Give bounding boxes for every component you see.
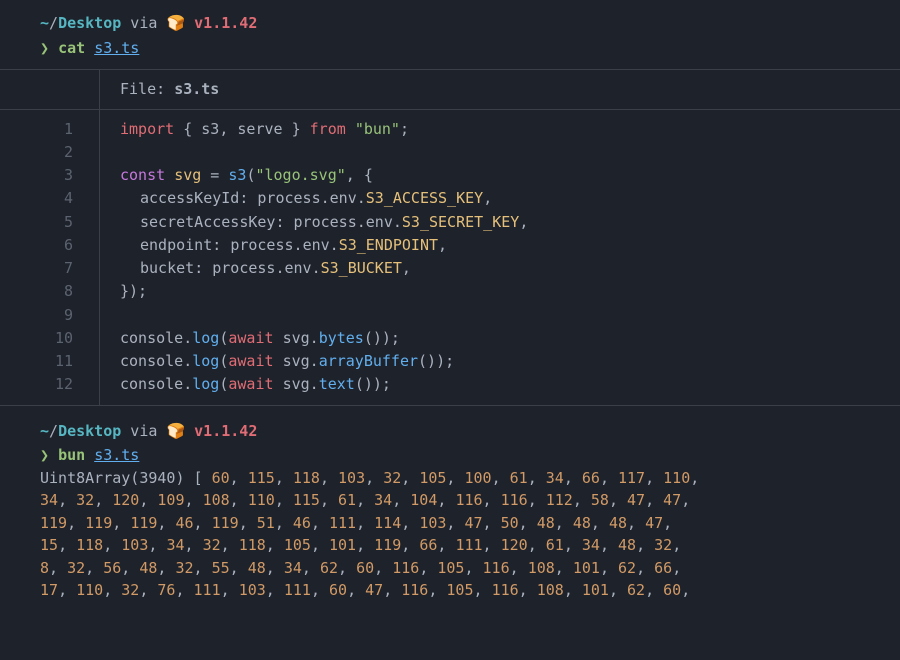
line-number: 6	[0, 234, 73, 257]
output-line: 8, 32, 56, 48, 32, 55, 48, 34, 62, 60, 1…	[40, 557, 900, 580]
code-line: secretAccessKey: process.env.S3_SECRET_K…	[120, 211, 528, 234]
code-line	[120, 304, 528, 327]
code-line: const svg = s3("logo.svg", {	[120, 164, 528, 187]
code-line: console.log(await svg.text());	[120, 373, 528, 396]
output-line: 119, 119, 119, 46, 119, 51, 46, 111, 114…	[40, 512, 900, 535]
uint8array-output: Uint8Array(3940) [ 60, 115, 118, 103, 32…	[40, 467, 900, 602]
code-line	[120, 141, 528, 164]
file-preview-block: File: s3.ts 1 2 3 4 5 6 7 8 9 10 11 12 i…	[0, 69, 900, 406]
prompt-slash: /	[49, 14, 58, 32]
code-line: console.log(await svg.arrayBuffer());	[120, 350, 528, 373]
line-number: 12	[0, 373, 73, 396]
line-number: 1	[0, 118, 73, 141]
line-number: 3	[0, 164, 73, 187]
output-line: 17, 110, 32, 76, 111, 103, 111, 60, 47, …	[40, 579, 900, 602]
line-number: 9	[0, 304, 73, 327]
prompt-line-1: ~/Desktop via 🍞 v1.1.42	[40, 12, 900, 35]
prompt-line-2: ~/Desktop via 🍞 v1.1.42	[40, 420, 900, 443]
bun-version: v1.1.42	[194, 422, 257, 440]
bun-icon: 🍞	[166, 422, 185, 440]
line-number: 4	[0, 187, 73, 210]
line-number: 10	[0, 327, 73, 350]
code-body: 1 2 3 4 5 6 7 8 9 10 11 12 import { s3, …	[0, 110, 900, 405]
code-lines: import { s3, serve } from "bun"; const s…	[100, 110, 528, 405]
code-line: accessKeyId: process.env.S3_ACCESS_KEY,	[120, 187, 528, 210]
prompt-path: Desktop	[58, 422, 121, 440]
file-header: File: s3.ts	[0, 70, 900, 110]
prompt-via: via	[121, 14, 166, 32]
code-line: endpoint: process.env.S3_ENDPOINT,	[120, 234, 528, 257]
prompt-slash: /	[49, 422, 58, 440]
prompt-caret: ❯	[40, 39, 49, 57]
prompt-tilde: ~	[40, 422, 49, 440]
code-line: console.log(await svg.bytes());	[120, 327, 528, 350]
line-number: 2	[0, 141, 73, 164]
command-bun: bun	[58, 446, 85, 464]
line-number: 11	[0, 350, 73, 373]
prompt-path: Desktop	[58, 14, 121, 32]
line-number: 7	[0, 257, 73, 280]
output-line: 15, 118, 103, 34, 32, 118, 105, 101, 119…	[40, 534, 900, 557]
command-line-2[interactable]: ❯ bun s3.ts	[40, 444, 900, 467]
command-line-1[interactable]: ❯ cat s3.ts	[40, 37, 900, 60]
command-cat: cat	[58, 39, 85, 57]
code-line: });	[120, 280, 528, 303]
file-label: File:	[120, 80, 174, 98]
line-number: 8	[0, 280, 73, 303]
code-line: bucket: process.env.S3_BUCKET,	[120, 257, 528, 280]
gutter-header	[0, 70, 100, 109]
prompt-caret: ❯	[40, 446, 49, 464]
output-line: 34, 32, 120, 109, 108, 110, 115, 61, 34,…	[40, 489, 900, 512]
bun-version: v1.1.42	[194, 14, 257, 32]
output-line: Uint8Array(3940) [ 60, 115, 118, 103, 32…	[40, 467, 900, 490]
command-arg: s3.ts	[94, 446, 139, 464]
line-number-gutter: 1 2 3 4 5 6 7 8 9 10 11 12	[0, 110, 100, 405]
file-name: s3.ts	[174, 80, 219, 98]
code-line: import { s3, serve } from "bun";	[120, 118, 528, 141]
line-number: 5	[0, 211, 73, 234]
command-arg: s3.ts	[94, 39, 139, 57]
bun-icon: 🍞	[166, 14, 185, 32]
prompt-via: via	[121, 422, 166, 440]
prompt-tilde: ~	[40, 14, 49, 32]
